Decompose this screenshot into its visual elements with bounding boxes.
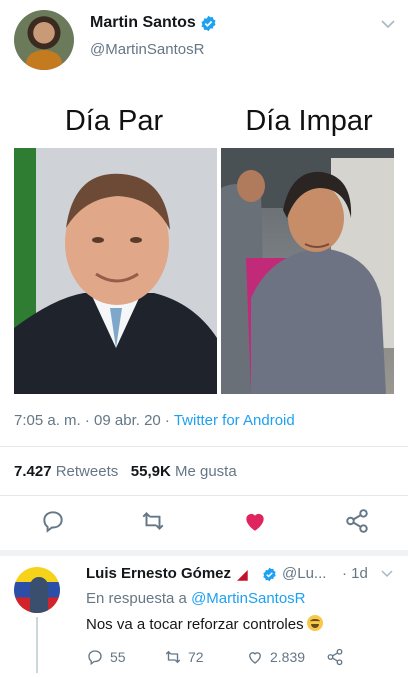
- reply-retweet-action[interactable]: 72: [164, 647, 204, 667]
- author-avatar[interactable]: [14, 10, 74, 70]
- replying-to-line: En respuesta a @MartinSantosR: [86, 590, 306, 607]
- man-portrait-illustration: [14, 173, 217, 394]
- author-name[interactable]: Martin Santos: [90, 14, 196, 32]
- thread-line: [36, 617, 38, 673]
- retweets-count[interactable]: 7.427: [14, 463, 52, 480]
- likes-label[interactable]: Me gusta: [175, 463, 237, 480]
- media-right-photo: [221, 148, 394, 394]
- divider: [0, 495, 408, 496]
- verified-badge-icon: [263, 567, 276, 582]
- reply-actions: 55 72 2.839: [86, 647, 386, 669]
- tweet-actions: [0, 508, 408, 538]
- media-right-label: Día Impar: [224, 96, 394, 146]
- reply-text-line: Nos va a tocar reforzar controles: [86, 615, 323, 633]
- retweet-icon[interactable]: [164, 648, 182, 666]
- tweet-timestamp: 7:05 a. m. · 09 abr. 20 ·: [14, 412, 174, 429]
- tweet-source-link[interactable]: Twitter for Android: [174, 412, 295, 429]
- reply-reply-action[interactable]: 55: [86, 647, 126, 667]
- media-left-label: Día Par: [14, 96, 214, 146]
- divider: [0, 446, 408, 447]
- reply-replies-count: 55: [110, 649, 126, 665]
- heart-icon[interactable]: [246, 648, 264, 666]
- retweets-label[interactable]: Retweets: [56, 463, 119, 480]
- reply-retweets-count: 72: [188, 649, 204, 665]
- replying-mention[interactable]: @MartinSantosR: [191, 590, 305, 607]
- woman-street-illustration: [221, 148, 394, 394]
- reply-text: Nos va a tocar reforzar controles: [86, 616, 304, 633]
- share-icon[interactable]: [344, 508, 370, 534]
- reply-icon[interactable]: [40, 508, 66, 534]
- share-icon[interactable]: [326, 648, 344, 666]
- heart-icon[interactable]: [242, 508, 268, 534]
- reply-likes-count: 2.839: [270, 649, 306, 665]
- replying-prefix: En respuesta a: [86, 590, 192, 607]
- chevron-down-icon[interactable]: [380, 569, 394, 579]
- retweet-icon[interactable]: [140, 508, 166, 534]
- reply-author-avatar[interactable]: [14, 567, 60, 613]
- reply-author-handle[interactable]: @Lu...: [282, 565, 326, 582]
- laughing-emoji-icon: [306, 615, 323, 631]
- reply-like-action[interactable]: 2.839: [246, 647, 305, 667]
- tweet-media[interactable]: Día Par Día Impar: [14, 96, 394, 396]
- chevron-down-icon[interactable]: [380, 18, 396, 30]
- reply-time: · 1d: [342, 565, 368, 582]
- reply-icon[interactable]: [86, 648, 104, 666]
- likes-count[interactable]: 55,9K: [131, 463, 171, 480]
- tweet-stats: 7.427 Retweets 55,9K Me gusta: [14, 463, 237, 480]
- verified-badge-icon: [201, 15, 216, 32]
- media-left-photo: [14, 148, 217, 394]
- reply-author-name[interactable]: Luis Ernesto Gómez: [86, 565, 231, 582]
- reply-tweet[interactable]: Luis Ernesto Gómez ◢ @Lu... · 1d En resp…: [0, 555, 408, 677]
- reply-share-action[interactable]: [326, 647, 344, 667]
- shoe-emoji-icon: ◢: [237, 566, 248, 582]
- author-handle[interactable]: @MartinSantosR: [90, 41, 204, 58]
- tweet-header: Martin Santos @MartinSantosR: [0, 0, 408, 80]
- tweet-timestamp-line: 7:05 a. m. · 09 abr. 20 · Twitter for An…: [14, 412, 295, 429]
